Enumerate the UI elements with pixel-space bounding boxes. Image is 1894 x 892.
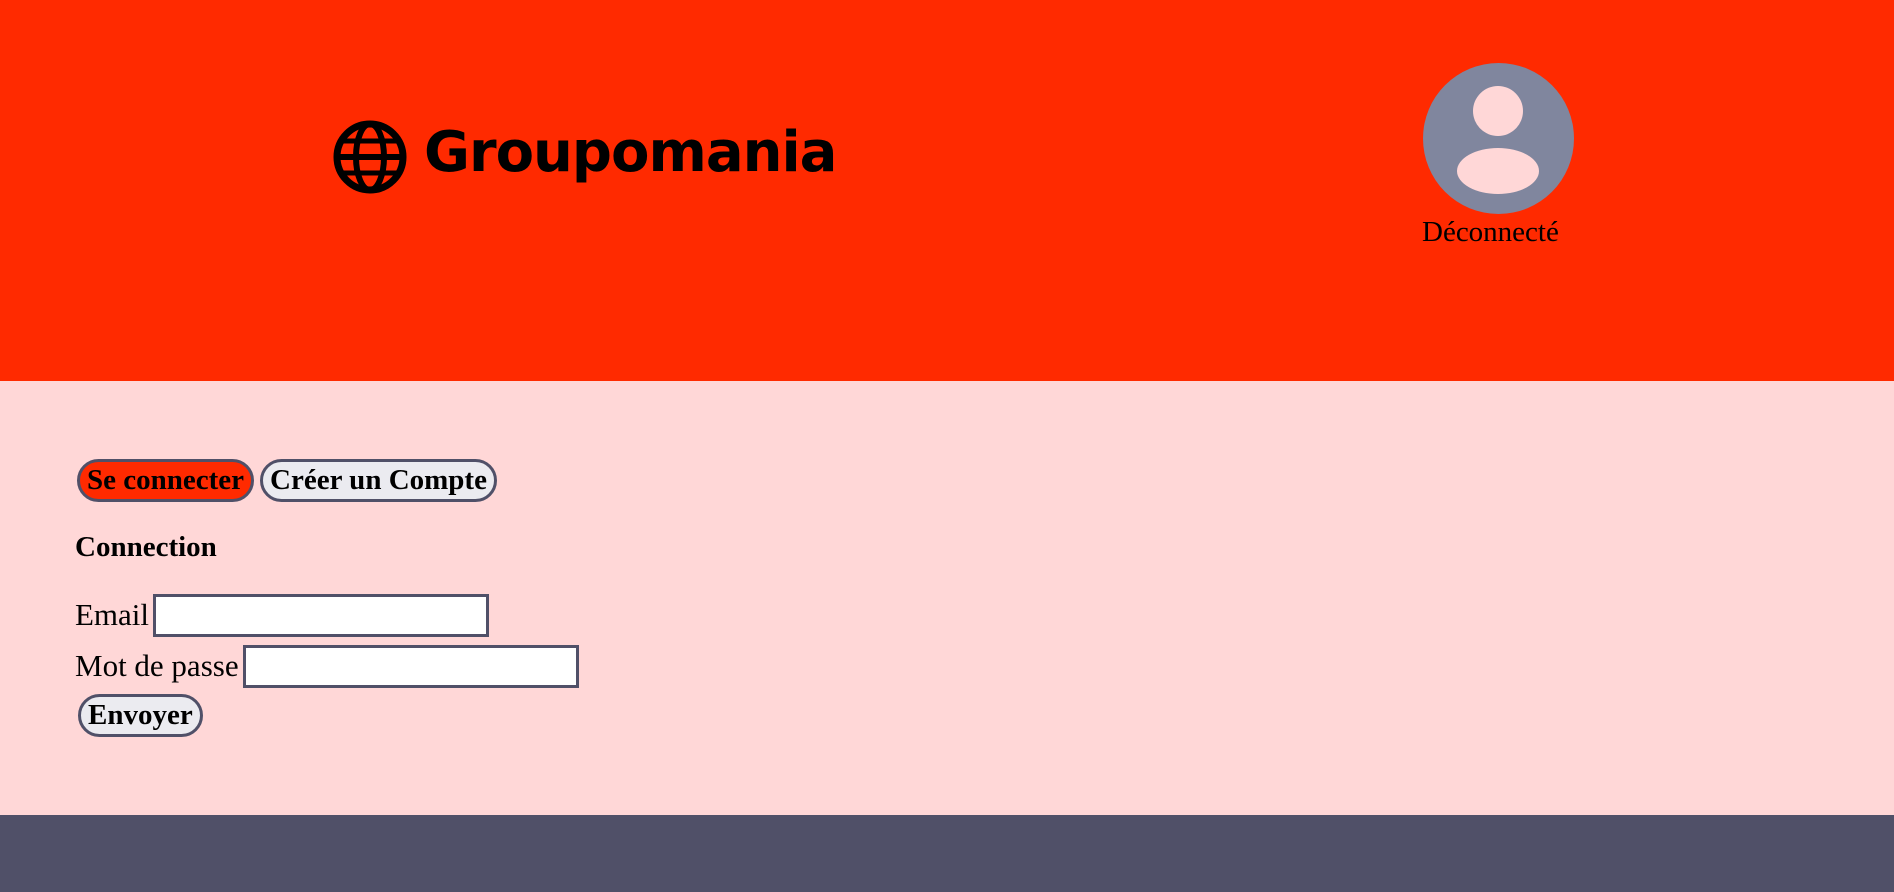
email-field[interactable] bbox=[153, 593, 490, 637]
brand-logo[interactable]: Groupomania bbox=[332, 117, 837, 197]
globe-icon bbox=[333, 120, 407, 194]
email-row: Email bbox=[75, 593, 490, 637]
tab-signup[interactable]: Créer un Compte bbox=[260, 459, 497, 502]
submit-button[interactable]: Envoyer bbox=[78, 694, 203, 737]
auth-tabs: Se connecter Créer un Compte bbox=[77, 459, 497, 502]
email-label: Email bbox=[75, 597, 150, 632]
tab-login[interactable]: Se connecter bbox=[77, 459, 255, 502]
password-row: Mot de passe bbox=[75, 644, 579, 688]
user-avatar-icon[interactable] bbox=[1423, 63, 1574, 214]
connection-status: Déconnecté bbox=[1422, 216, 1559, 248]
password-field[interactable] bbox=[242, 644, 579, 688]
site-header: Groupomania Déconnecté bbox=[0, 0, 1894, 381]
site-footer bbox=[0, 815, 1894, 892]
brand-name: Groupomania bbox=[424, 120, 837, 185]
password-label: Mot de passe bbox=[75, 648, 239, 683]
user-status: Déconnecté bbox=[1422, 63, 1576, 250]
form-title: Connection bbox=[75, 531, 217, 563]
auth-panel: Se connecter Créer un Compte Connection … bbox=[0, 381, 1894, 815]
